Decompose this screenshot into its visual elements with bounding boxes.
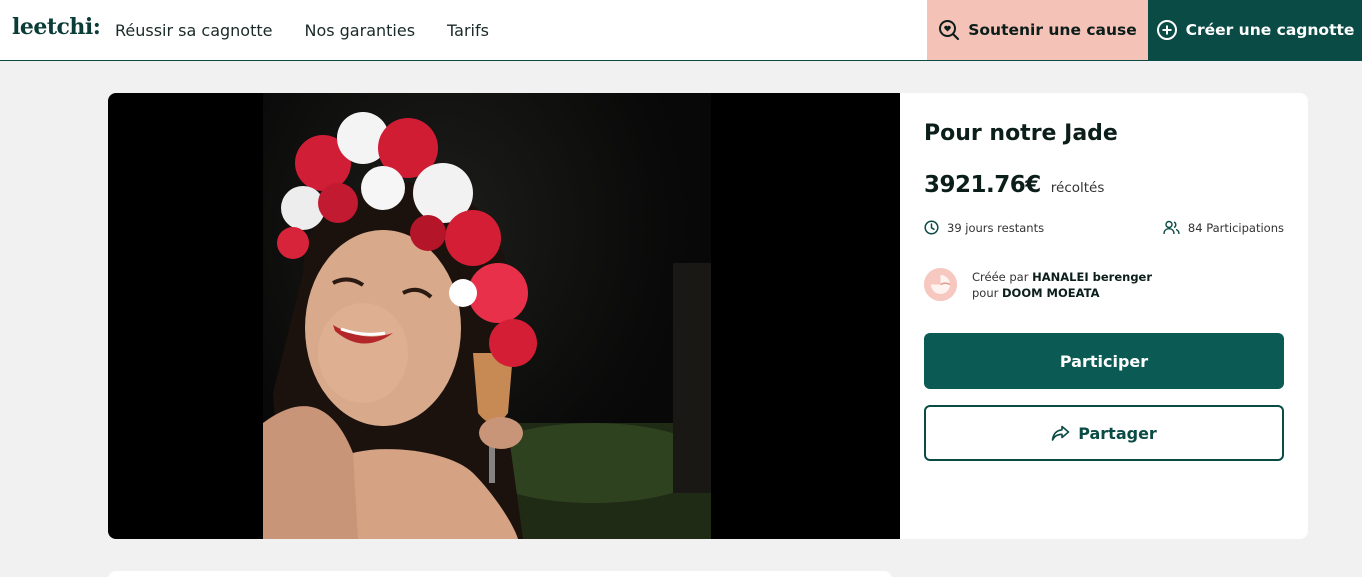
collected-amount: 3921.76€ (924, 172, 1041, 198)
creator-info: Créée par HANALEI berenger pour DOOM MOE… (924, 268, 1152, 301)
created-by-prefix: Créée par (972, 269, 1029, 284)
pot-title: Pour notre Jade (924, 121, 1118, 146)
participations-text: 84 Participations (1187, 220, 1284, 235)
plus-circle-icon (1156, 19, 1178, 41)
clock-icon (924, 220, 939, 235)
participate-button[interactable]: Participer (924, 333, 1284, 389)
share-arrow-icon (1051, 425, 1070, 442)
leetchi-logo[interactable]: leetchi: (12, 14, 101, 40)
avatar (924, 268, 957, 301)
pot-photo (263, 93, 711, 539)
pot-photo-panel (108, 93, 900, 539)
for-prefix: pour (972, 285, 999, 300)
people-icon (1163, 220, 1180, 235)
pot-info-card: Pour notre Jade 3921.76€ récoltés 39 jou… (900, 93, 1308, 539)
nav-reussir-sa-cagnotte[interactable]: Réussir sa cagnotte (115, 21, 272, 40)
amount-row: 3921.76€ récoltés (924, 172, 1104, 198)
create-pot-label: Créer une cagnotte (1185, 21, 1355, 39)
days-left-text: 39 jours restants (947, 220, 1045, 235)
search-heart-icon (938, 19, 960, 41)
site-header: leetchi: Réussir sa cagnotte Nos garanti… (0, 0, 1362, 61)
support-cause-button[interactable]: Soutenir une cause (927, 0, 1148, 60)
create-pot-button[interactable]: Créer une cagnotte (1148, 0, 1362, 60)
participations: 84 Participations (1163, 220, 1284, 235)
nav-nos-garanties[interactable]: Nos garanties (304, 21, 415, 40)
beneficiary-name: DOOM MOEATA (1002, 285, 1100, 300)
next-section-card (108, 571, 892, 577)
creator-name: HANALEI berenger (1032, 269, 1153, 284)
nav-tarifs[interactable]: Tarifs (447, 21, 489, 40)
creator-text: Créée par HANALEI berenger pour DOOM MOE… (972, 269, 1152, 301)
share-label: Partager (1078, 423, 1157, 443)
main-nav: Réussir sa cagnotte Nos garanties Tarifs (115, 0, 489, 61)
support-cause-label: Soutenir une cause (968, 21, 1137, 39)
collected-label: récoltés (1050, 180, 1105, 196)
days-left: 39 jours restants (924, 220, 1044, 235)
share-button[interactable]: Partager (924, 405, 1284, 461)
